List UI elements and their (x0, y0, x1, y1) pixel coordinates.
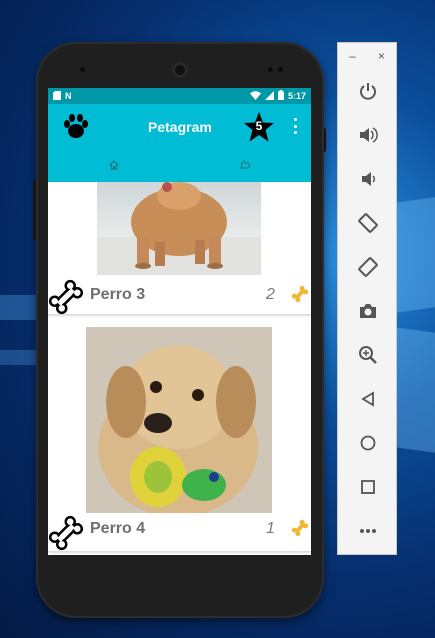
back-button[interactable] (352, 383, 384, 415)
proximity-sensor (268, 67, 273, 72)
rating-count: 5 (255, 119, 263, 133)
battery-icon (277, 90, 284, 102)
zoom-in-icon (359, 346, 377, 364)
rotate-right-icon (358, 257, 378, 277)
more-icon (360, 529, 376, 533)
front-camera (80, 67, 85, 72)
bone-rating-icon (291, 285, 309, 303)
close-button[interactable]: × (378, 49, 385, 63)
desktop-light-beam (0, 295, 40, 320)
pet-card: Perro 4 1 (48, 322, 311, 552)
pet-like-count: 1 (266, 520, 275, 537)
sd-card-icon (53, 90, 61, 102)
pet-photo (86, 327, 272, 513)
power-button[interactable] (352, 75, 384, 107)
home-icon (108, 160, 119, 170)
rotate-right-button[interactable] (352, 251, 384, 283)
pet-photo (97, 182, 261, 275)
status-time: 5:17 (287, 91, 306, 101)
pet-name: Perro 3 (90, 286, 146, 303)
volume-down-icon (362, 172, 376, 186)
app-title: Petagram (148, 119, 212, 135)
home-circle-icon (360, 435, 376, 451)
emulator-toolbar: – × (337, 42, 397, 555)
more-button[interactable] (352, 515, 384, 547)
tab-home[interactable] (48, 148, 179, 182)
overview-square-icon (361, 480, 375, 494)
phone-screen: N 5:17 Petagram 5 Perro 3 2 Perro 4 1 (48, 88, 311, 555)
overview-button[interactable] (352, 471, 384, 503)
rotate-left-button[interactable] (352, 207, 384, 239)
bone-like-button[interactable] (48, 279, 84, 315)
desktop-light-beam (395, 327, 435, 453)
overflow-menu-icon[interactable] (292, 118, 298, 134)
rotate-left-icon (358, 213, 378, 233)
home-button[interactable] (352, 427, 384, 459)
wifi-icon (249, 90, 261, 102)
volume-up-icon (360, 127, 378, 143)
bone-rating-icon (291, 519, 309, 537)
desktop-light-beam (395, 197, 435, 313)
bone-like-button[interactable] (48, 515, 84, 551)
tab-bar (48, 148, 311, 182)
status-bar: N 5:17 (48, 88, 311, 104)
dog-icon (239, 160, 251, 169)
pet-like-count: 2 (266, 286, 275, 303)
tab-dog[interactable] (179, 148, 310, 182)
pet-card: Perro 3 2 (48, 182, 311, 315)
desktop-light-beam (0, 350, 40, 365)
app-toolbar: Petagram 5 (48, 104, 311, 148)
pet-name: Perro 4 (90, 520, 146, 537)
screenshot-button[interactable] (352, 295, 384, 327)
power-icon (360, 83, 376, 100)
back-icon (361, 391, 374, 407)
pet-list[interactable]: Perro 3 2 Perro 4 1 (48, 182, 311, 555)
volume-up-button[interactable] (352, 119, 384, 151)
paw-icon[interactable] (61, 111, 91, 141)
zoom-button[interactable] (352, 339, 384, 371)
notification-n-icon: N (65, 90, 72, 101)
earpiece-speaker (172, 62, 188, 78)
camera-icon (360, 304, 376, 318)
light-sensor (278, 67, 283, 72)
minimize-button[interactable]: – (349, 49, 356, 63)
volume-down-button[interactable] (352, 163, 384, 195)
signal-icon (264, 90, 274, 102)
